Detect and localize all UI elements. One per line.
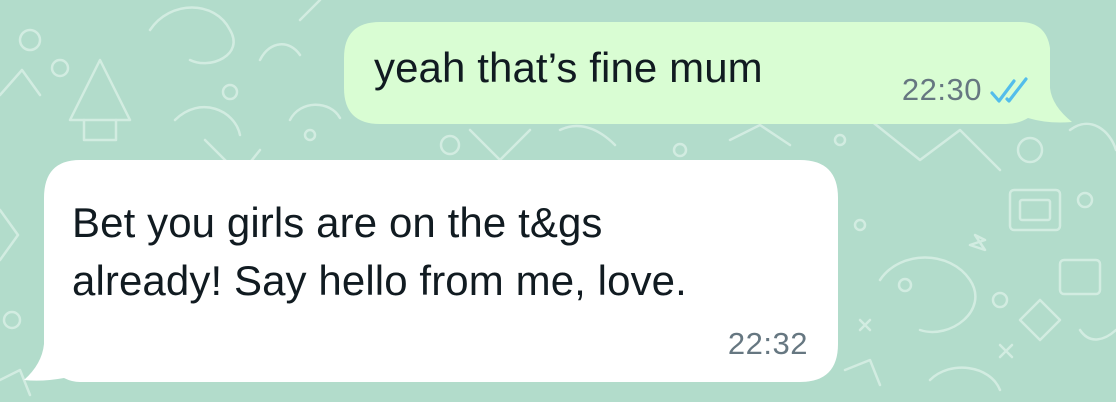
message-text: yeah that’s fine mum bbox=[374, 44, 763, 91]
chat-background: yeah that’s fine mum 22:30 Bet you girls… bbox=[0, 0, 1116, 402]
message-meta: 22:32 bbox=[728, 326, 808, 362]
message-text: Bet you girls are on the t&gs already! S… bbox=[72, 194, 687, 310]
message-time: 22:32 bbox=[727, 326, 808, 361]
outgoing-message-bubble[interactable]: yeah that’s fine mum 22:30 bbox=[344, 22, 1072, 124]
message-meta: 22:30 bbox=[902, 70, 1034, 110]
message-line-2: already! Say hello from me, love. bbox=[72, 257, 687, 304]
message-time: 22:30 bbox=[901, 72, 982, 107]
message-line-1: Bet you girls are on the t&gs bbox=[72, 199, 603, 246]
incoming-message-bubble[interactable]: Bet you girls are on the t&gs already! S… bbox=[24, 160, 838, 382]
double-check-read-icon bbox=[990, 77, 1028, 103]
